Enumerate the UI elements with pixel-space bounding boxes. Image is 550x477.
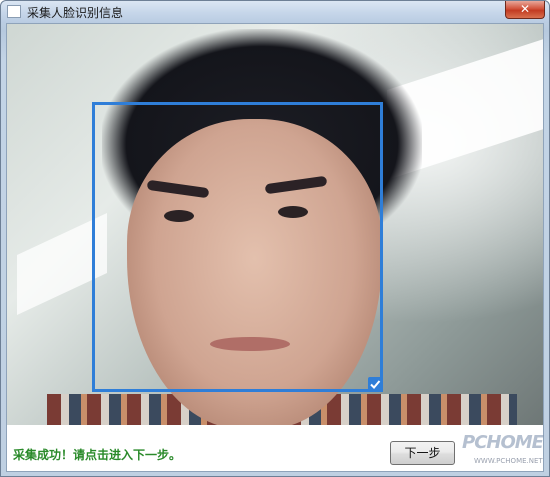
app-window: 采集人脸识别信息 ✕ 采集成功！请点击进入下一步。 下一步 PCHOME WWW… — [0, 0, 550, 477]
watermark-url: WWW.PCHOME.NET — [474, 457, 543, 465]
client-area: 采集成功！请点击进入下一步。 下一步 PCHOME WWW.PCHOME.NET — [6, 23, 544, 472]
watermark: PCHOME WWW.PCHOME.NET — [462, 432, 544, 471]
close-icon: ✕ — [519, 2, 531, 16]
close-button[interactable]: ✕ — [505, 1, 545, 19]
next-step-button[interactable]: 下一步 — [390, 441, 455, 465]
camera-preview — [7, 24, 543, 425]
face-detection-box — [92, 102, 383, 392]
status-message: 采集成功！请点击进入下一步。 — [13, 448, 182, 462]
watermark-logo: PCHOME — [462, 432, 544, 453]
app-icon — [7, 5, 21, 18]
window-title: 采集人脸识别信息 — [27, 6, 124, 20]
check-icon — [368, 377, 382, 391]
title-bar[interactable]: 采集人脸识别信息 ✕ — [1, 1, 549, 23]
footer-bar: 采集成功！请点击进入下一步。 下一步 PCHOME WWW.PCHOME.NET — [7, 425, 544, 471]
